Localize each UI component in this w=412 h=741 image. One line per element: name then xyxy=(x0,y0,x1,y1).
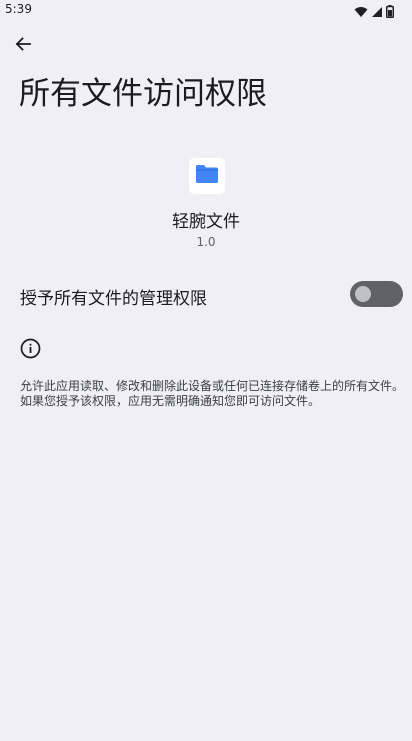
info-icon xyxy=(20,338,41,359)
back-button[interactable] xyxy=(8,31,38,61)
status-bar: 5:39 xyxy=(0,0,412,22)
permission-label: 授予所有文件的管理权限 xyxy=(20,289,207,309)
arrow-back-icon xyxy=(14,35,32,57)
wifi-icon xyxy=(354,3,368,22)
permission-toggle[interactable] xyxy=(350,281,403,307)
page-title: 所有文件访问权限 xyxy=(19,76,267,112)
permission-row[interactable]: 授予所有文件的管理权限 xyxy=(0,275,412,315)
toggle-thumb xyxy=(355,286,371,302)
app-icon xyxy=(189,158,225,194)
battery-icon xyxy=(386,3,394,22)
status-icons xyxy=(354,3,394,22)
status-time: 5:39 xyxy=(5,2,32,16)
signal-icon xyxy=(371,3,383,22)
folder-icon xyxy=(195,164,219,188)
permission-description: 允许此应用读取、修改和删除此设备或任何已连接存储卷上的所有文件。如果您授予该权限… xyxy=(20,379,405,408)
app-name: 轻腕文件 xyxy=(172,212,240,232)
app-version: 1.0 xyxy=(196,235,216,249)
